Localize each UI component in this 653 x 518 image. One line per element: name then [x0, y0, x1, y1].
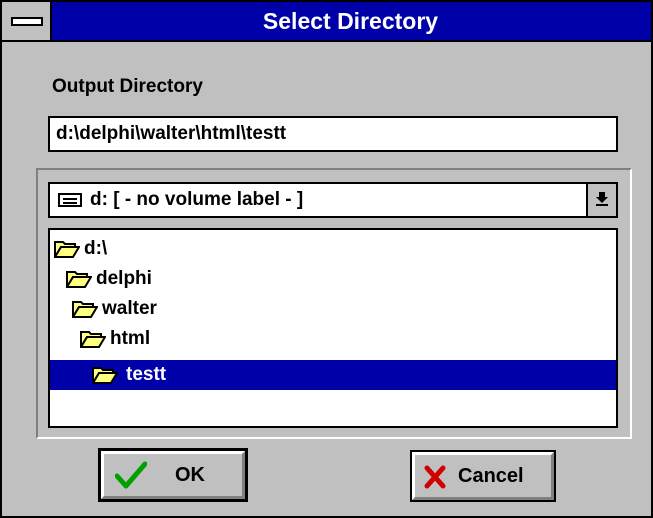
output-directory-label: Output Directory	[52, 76, 203, 97]
folder-open-icon	[54, 241, 80, 258]
drive-combo[interactable]: d: [ - no volume label - ]	[48, 182, 618, 218]
folder-open-icon	[72, 301, 98, 318]
chevron-down-icon	[596, 192, 608, 206]
folder-open-icon	[80, 331, 106, 348]
system-menu-icon	[11, 17, 43, 26]
drive-combo-value: d: [ - no volume label - ]	[90, 189, 304, 210]
folder-open-icon	[92, 367, 118, 384]
drive-dropdown-button[interactable]	[586, 184, 616, 216]
checkmark-icon	[115, 461, 147, 489]
x-icon	[424, 465, 446, 489]
folder-open-icon	[66, 271, 92, 288]
tree-item-d-root[interactable]: d:\	[52, 234, 252, 264]
tree-item-label: html	[110, 328, 151, 349]
tree-item-label: walter	[102, 298, 157, 319]
output-directory-field[interactable]: d:\delphi\walter\html\testt	[48, 116, 618, 152]
cancel-button[interactable]: Cancel	[410, 450, 556, 502]
tree-item-testt[interactable]: testt	[50, 360, 616, 390]
tree-item-walter[interactable]: walter	[70, 294, 270, 324]
window-title: Select Directory	[262, 8, 439, 34]
select-directory-dialog: Select Directory Output Directory d:\del…	[0, 0, 653, 518]
ok-button-label: OK	[175, 463, 205, 486]
tree-item-label: delphi	[96, 268, 152, 289]
tree-item-label: testt	[126, 364, 167, 385]
tree-item-label: d:\	[84, 238, 108, 259]
directory-tree[interactable]: d:\ delphi walter html testt	[48, 228, 618, 428]
drive-icon	[58, 193, 82, 207]
system-menu-button[interactable]	[2, 2, 52, 40]
cancel-button-label: Cancel	[458, 464, 524, 487]
title-bar[interactable]: Select Directory	[2, 2, 651, 42]
tree-item-html[interactable]: html	[78, 324, 278, 354]
ok-button[interactable]: OK	[98, 448, 248, 502]
tree-item-delphi[interactable]: delphi	[64, 264, 264, 294]
